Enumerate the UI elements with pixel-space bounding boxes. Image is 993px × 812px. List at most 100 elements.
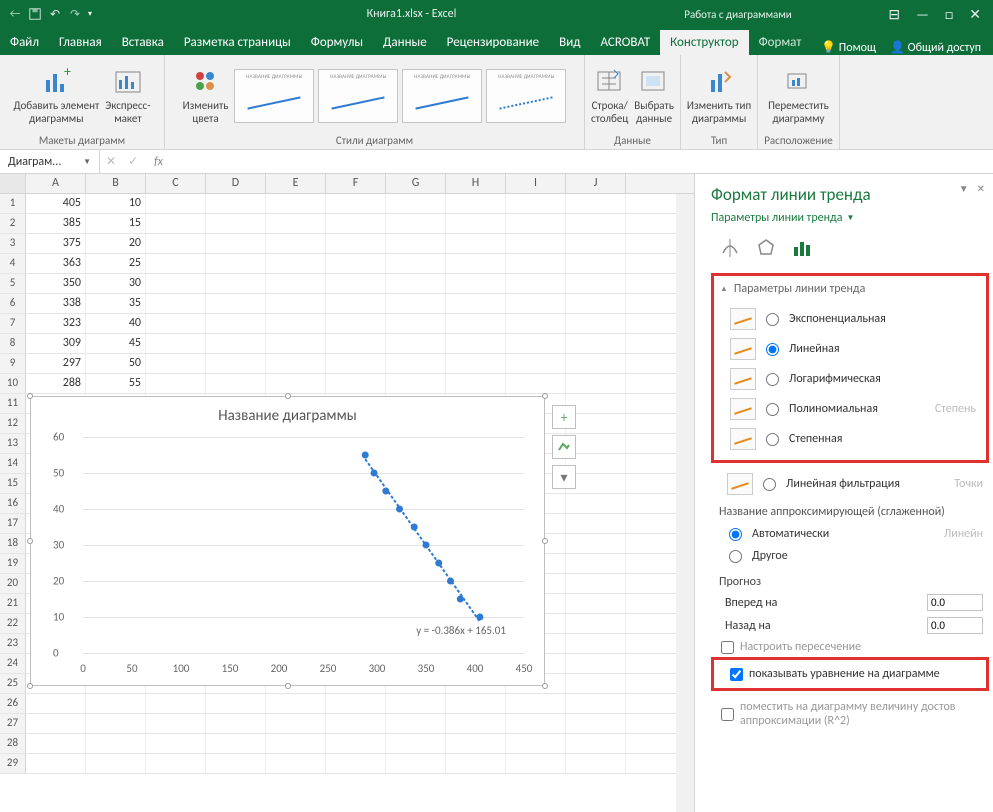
grid-row[interactable]: 28	[0, 734, 694, 754]
cell[interactable]	[146, 734, 206, 753]
tab-insert[interactable]: Вставка	[112, 30, 174, 55]
chart-style-3[interactable]: НАЗВАНИЕ ДИАГРАММЫ	[402, 69, 482, 123]
cell[interactable]: 15	[86, 214, 146, 233]
cell[interactable]	[326, 254, 386, 273]
cell[interactable]	[206, 254, 266, 273]
tab-pagelayout[interactable]: Разметка страницы	[174, 30, 301, 55]
cell[interactable]: 405	[26, 194, 86, 213]
grid-row[interactable]: 29	[0, 754, 694, 774]
forward-input[interactable]	[927, 594, 983, 611]
move-chart-button[interactable]: Переместить диаграмму	[768, 66, 829, 124]
cell[interactable]	[266, 334, 326, 353]
change-chart-type-button[interactable]: Изменить тип диаграммы	[687, 66, 751, 124]
maximize-icon[interactable]: □	[945, 6, 953, 23]
cell[interactable]	[206, 194, 266, 213]
power-radio[interactable]	[766, 433, 779, 446]
tab-formulas[interactable]: Формулы	[301, 30, 373, 55]
cell[interactable]	[146, 714, 206, 733]
cell[interactable]	[446, 334, 506, 353]
cell[interactable]	[326, 274, 386, 293]
grid-row[interactable]: 238515	[0, 214, 694, 234]
fill-line-category-icon[interactable]	[719, 237, 741, 259]
cell[interactable]	[146, 334, 206, 353]
cell[interactable]	[266, 234, 326, 253]
set-intercept-checkbox[interactable]	[721, 641, 734, 654]
grid-row[interactable]: 436325	[0, 254, 694, 274]
minimize-icon[interactable]: —	[916, 6, 929, 23]
cell[interactable]	[326, 314, 386, 333]
options-category-icon[interactable]	[791, 237, 813, 259]
cell[interactable]: 375	[26, 234, 86, 253]
row-header[interactable]: 22	[0, 614, 26, 633]
cell[interactable]	[266, 694, 326, 713]
cell[interactable]	[86, 714, 146, 733]
chart-elements-button[interactable]: +	[552, 405, 576, 429]
linear-radio[interactable]	[766, 343, 779, 356]
row-header[interactable]: 24	[0, 654, 26, 673]
cell[interactable]: 297	[26, 354, 86, 373]
cell[interactable]: 50	[86, 354, 146, 373]
cell[interactable]	[566, 714, 626, 733]
cell[interactable]	[206, 294, 266, 313]
tab-data[interactable]: Данные	[373, 30, 437, 55]
cell[interactable]	[386, 754, 446, 773]
cell[interactable]	[566, 374, 626, 393]
cell[interactable]	[326, 294, 386, 313]
cell[interactable]: 40	[86, 314, 146, 333]
cell[interactable]	[566, 594, 626, 613]
row-header[interactable]: 15	[0, 474, 26, 493]
cell[interactable]	[506, 734, 566, 753]
cell[interactable]	[566, 314, 626, 333]
row-header[interactable]: 16	[0, 494, 26, 513]
cell[interactable]	[146, 374, 206, 393]
cell[interactable]	[386, 374, 446, 393]
cell[interactable]	[506, 274, 566, 293]
cell[interactable]: 10	[86, 194, 146, 213]
cell[interactable]: 363	[26, 254, 86, 273]
row-header[interactable]: 11	[0, 394, 26, 413]
effects-category-icon[interactable]	[755, 237, 777, 259]
cell[interactable]	[266, 214, 326, 233]
auto-name-radio[interactable]	[729, 528, 742, 541]
cell[interactable]: 45	[86, 334, 146, 353]
cell[interactable]	[326, 374, 386, 393]
cell[interactable]	[266, 274, 326, 293]
cell[interactable]	[146, 754, 206, 773]
other-name-radio[interactable]	[729, 550, 742, 563]
chart-style-4[interactable]: НАЗВАНИЕ ДИАГРАММЫ	[486, 69, 566, 123]
col-header[interactable]: I	[506, 174, 566, 193]
tell-me[interactable]: 💡 Помощ	[821, 40, 876, 55]
cell[interactable]	[386, 354, 446, 373]
cell[interactable]	[146, 234, 206, 253]
cell[interactable]	[386, 334, 446, 353]
ribbon-options-icon[interactable]: ⊟	[888, 6, 900, 23]
panel-menu-icon[interactable]: ▼	[959, 182, 969, 195]
col-header[interactable]: C	[146, 174, 206, 193]
cell[interactable]	[206, 714, 266, 733]
cell[interactable]	[566, 254, 626, 273]
row-header[interactable]: 23	[0, 634, 26, 653]
cell[interactable]	[266, 254, 326, 273]
cell[interactable]	[566, 674, 626, 693]
cell[interactable]	[206, 234, 266, 253]
cell[interactable]	[326, 754, 386, 773]
logarithmic-radio[interactable]	[766, 373, 779, 386]
cell[interactable]	[446, 374, 506, 393]
cell[interactable]	[146, 354, 206, 373]
cell[interactable]	[506, 374, 566, 393]
row-header[interactable]: 3	[0, 234, 26, 253]
cell[interactable]	[206, 734, 266, 753]
row-header[interactable]: 13	[0, 434, 26, 453]
cell[interactable]	[326, 354, 386, 373]
row-header[interactable]: 20	[0, 574, 26, 593]
cell[interactable]	[206, 374, 266, 393]
cell[interactable]	[506, 194, 566, 213]
col-header[interactable]: E	[266, 174, 326, 193]
cell[interactable]	[386, 734, 446, 753]
cell[interactable]	[266, 294, 326, 313]
share-button[interactable]: 👤 Общий доступ	[890, 40, 981, 55]
cell[interactable]	[206, 214, 266, 233]
grid-row[interactable]: 929750	[0, 354, 694, 374]
cell[interactable]: 288	[26, 374, 86, 393]
cell[interactable]	[326, 334, 386, 353]
